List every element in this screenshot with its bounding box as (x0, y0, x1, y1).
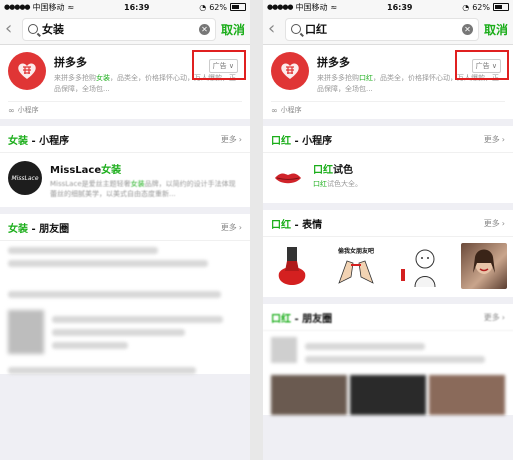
section-header: 女装 - 小程序 更多 › (0, 126, 250, 153)
heart-logo-icon (281, 63, 299, 79)
chevron-right-icon: › (501, 218, 505, 228)
chevron-right-icon: › (501, 134, 505, 144)
clear-icon[interactable]: ✕ (461, 23, 473, 35)
avatar (271, 337, 297, 363)
heart-logo-icon (18, 63, 36, 79)
search-bar: ‹ 女装 ✕ 取消 (0, 14, 250, 45)
mini-program-section: 女装 - 小程序 更多 › MissLace MissLace女装 MissLac… (0, 126, 250, 207)
lipstick-logo (271, 161, 305, 195)
alarm-icon: ◔ (462, 2, 470, 12)
mini-program-icon: ∞ (8, 105, 15, 115)
blurred-text (8, 247, 158, 254)
item-title: 口红试色 (313, 165, 353, 176)
list-item[interactable] (263, 331, 513, 375)
cartoon-icon (401, 249, 436, 288)
signal-icon: ●●●●● (4, 3, 31, 11)
wifi-icon: ≈ (67, 2, 75, 12)
carrier: 中国移动 (32, 2, 65, 12)
section-header: 口红 - 朋友圈 更多 › (263, 304, 513, 331)
mini-program-icon: ∞ (271, 105, 278, 115)
section-title: 女装 - 小程序 (8, 135, 70, 147)
back-icon[interactable]: ‹ (268, 20, 280, 38)
left-screen: ●●●●● 中国移动 ≈ 16:39 ◔ 62% ‹ 女装 ✕ 取消 拼多多 来… (0, 0, 250, 460)
signal-icon: ●●●●● (267, 3, 294, 11)
section-title: 女装 - 朋友圈 (8, 223, 70, 235)
ad-card[interactable]: 拼多多 来拼多多抢购女装，品类全，价格择怀心动，万人爆款，正品保障，全场包...… (0, 45, 250, 119)
battery-icon (492, 3, 509, 11)
mini-program-tag: ∞ 小程序 (8, 101, 242, 115)
status-bar: ●●●●● 中国移动 ≈ 16:39 ◔ 62% (0, 0, 250, 14)
item-title: MissLace女装 (50, 165, 122, 176)
cancel-button[interactable]: 取消 (484, 21, 508, 38)
blurred-text (8, 260, 208, 267)
item-description: 口红试色大全。 (313, 180, 362, 188)
section-header: 女装 - 朋友圈 更多 › (0, 214, 250, 241)
blurred-text (8, 291, 221, 298)
lipstick-icon (278, 247, 306, 285)
search-input[interactable]: 女装 ✕ (22, 17, 216, 41)
pinduoduo-logo (8, 52, 46, 90)
portrait-icon (473, 249, 495, 274)
sticker-photo[interactable] (461, 243, 507, 289)
clear-icon[interactable]: ✕ (198, 23, 210, 35)
more-link[interactable]: 更多 › (484, 218, 505, 229)
back-icon[interactable]: ‹ (5, 20, 17, 38)
more-link[interactable]: 更多 › (221, 134, 242, 145)
section-title: 口红 - 朋友圈 (271, 313, 333, 325)
list-item[interactable]: MissLace MissLace女装 MissLace是爱丝主题轻奢女装品牌，… (0, 153, 250, 207)
chevron-right-icon: › (501, 312, 505, 322)
more-link[interactable]: 更多 › (221, 222, 242, 233)
list-item[interactable] (0, 304, 250, 361)
search-input[interactable]: 口红 ✕ (285, 17, 479, 41)
highlight-box (455, 50, 509, 80)
sticker-lipstick[interactable] (269, 243, 315, 289)
cancel-button[interactable]: 取消 (221, 21, 245, 38)
sticker-hands[interactable]: 偷我女朋友吧 (333, 243, 379, 289)
battery-percent: 62% (209, 2, 227, 12)
search-query[interactable]: 口红 (305, 21, 458, 37)
mini-program-section: 口红 - 小程序 更多 › 口红试色 口红试色大全。 (263, 126, 513, 203)
right-screen: ●●●●● 中国移动 ≈ 16:39 ◔ 62% ‹ 口红 ✕ 取消 拼多多 来… (263, 0, 513, 460)
section-title: 口红 - 小程序 (271, 135, 333, 147)
item-description: MissLace是爱丝主题轻奢女装品牌，以简约的设计手法体现蕾丝的细腻美学，以美… (50, 180, 236, 198)
battery-icon (229, 3, 246, 11)
sticker-section: 口红 - 表情 更多 › 偷我女朋友吧 (263, 210, 513, 297)
status-bar: ●●●●● 中国移动 ≈ 16:39 ◔ 62% (263, 0, 513, 14)
highlight-box (192, 50, 246, 80)
list-item[interactable]: 口红试色 口红试色大全。 (263, 153, 513, 203)
search-icon (291, 24, 301, 34)
sticker-cartoon[interactable] (397, 243, 443, 289)
more-link[interactable]: 更多 › (484, 134, 505, 145)
misslace-logo: MissLace (8, 161, 42, 195)
wifi-icon: ≈ (330, 2, 338, 12)
moments-section: 女装 - 朋友圈 更多 › (0, 214, 250, 374)
clock: 16:39 (387, 2, 413, 12)
search-query[interactable]: 女装 (42, 21, 195, 37)
chevron-right-icon: › (238, 222, 242, 232)
more-link[interactable]: 更多 › (484, 312, 505, 323)
blurred-text (8, 367, 196, 374)
section-header: 口红 - 表情 更多 › (263, 210, 513, 237)
ad-card[interactable]: 拼多多 来拼多多抢购口红，品类全，价格择怀心动，万人爆款，正品保障，全场包...… (263, 45, 513, 119)
mini-program-tag: ∞ 小程序 (271, 101, 505, 115)
search-bar: ‹ 口红 ✕ 取消 (263, 14, 513, 45)
section-header: 口红 - 小程序 更多 › (263, 126, 513, 153)
moments-section: 口红 - 朋友圈 更多 › (263, 304, 513, 415)
clock: 16:39 (124, 2, 150, 12)
section-title: 口红 - 表情 (271, 219, 323, 231)
pinduoduo-logo (271, 52, 309, 90)
search-icon (28, 24, 38, 34)
carrier: 中国移动 (295, 2, 328, 12)
thumbnail (8, 310, 44, 354)
battery-percent: 62% (472, 2, 490, 12)
chevron-right-icon: › (238, 134, 242, 144)
alarm-icon: ◔ (199, 2, 207, 12)
photo-strip (263, 375, 513, 415)
lips-icon (275, 173, 301, 184)
